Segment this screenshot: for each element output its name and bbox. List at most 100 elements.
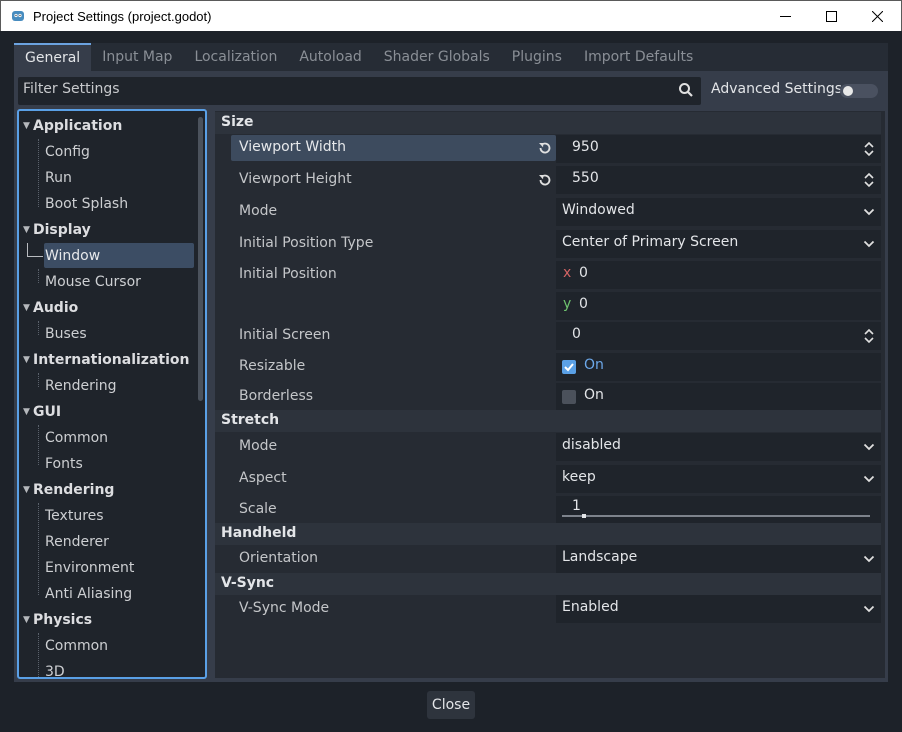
tree-item-run[interactable]: Run: [45, 167, 72, 189]
chevron-down-icon: [863, 601, 875, 621]
chevron-down-icon: [863, 236, 875, 256]
tab-autoload[interactable]: Autoload: [288, 43, 372, 71]
prop-label: Borderless: [239, 388, 314, 404]
resizable-checkbox[interactable]: On: [556, 353, 881, 381]
tree-connector: [38, 373, 39, 387]
slider-grabber[interactable]: [582, 514, 586, 518]
tree-category-display[interactable]: ▼ Display: [23, 219, 91, 241]
tree-item-boot-splash[interactable]: Boot Splash: [45, 193, 128, 215]
prop-label: Aspect: [239, 470, 287, 486]
section-size: Size: [215, 112, 881, 134]
tree-category-rendering[interactable]: ▼ Rendering: [23, 479, 114, 501]
prop-window-mode: Mode Windowed: [215, 198, 881, 226]
prop-label: Initial Position: [239, 266, 337, 282]
section-vsync: V-Sync: [215, 573, 881, 595]
window-mode-dropdown[interactable]: Windowed: [556, 198, 881, 226]
prop-initial-screen: Initial Screen 0: [215, 322, 881, 350]
prop-scale: Scale 1: [215, 496, 881, 524]
chevron-down-icon: [863, 471, 875, 491]
tree-item-physics-common[interactable]: Common: [45, 635, 108, 657]
vsync-mode-dropdown[interactable]: Enabled: [556, 595, 881, 623]
tab-plugins[interactable]: Plugins: [501, 43, 573, 71]
maximize-button[interactable]: [808, 1, 854, 31]
tab-general[interactable]: General: [14, 43, 92, 71]
prop-aspect: Aspect keep: [215, 465, 881, 493]
prop-viewport-width: Viewport Width 950: [215, 135, 881, 163]
updown-arrows-icon[interactable]: [863, 172, 875, 192]
prop-label: Resizable: [239, 358, 306, 374]
tree-item-anti-aliasing[interactable]: Anti Aliasing: [45, 583, 132, 605]
prop-label: Initial Screen: [239, 327, 331, 343]
tree-item-renderer[interactable]: Renderer: [45, 531, 109, 553]
section-stretch: Stretch: [215, 410, 881, 432]
updown-arrows-icon[interactable]: [863, 328, 875, 348]
tree-category-physics[interactable]: ▼ Physics: [23, 609, 92, 631]
slider-track[interactable]: [562, 515, 870, 517]
tree-item-mouse-cursor[interactable]: Mouse Cursor: [45, 271, 141, 293]
section-handheld: Handheld: [215, 523, 881, 545]
tree-item-i18n-rendering[interactable]: Rendering: [45, 375, 117, 397]
advanced-settings-toggle[interactable]: [840, 84, 878, 98]
orientation-dropdown[interactable]: Landscape: [556, 545, 881, 573]
close-button[interactable]: Close: [427, 691, 475, 719]
tree-item-3d[interactable]: 3D: [45, 661, 65, 677]
tab-shader-globals[interactable]: Shader Globals: [373, 43, 501, 71]
stretch-mode-dropdown[interactable]: disabled: [556, 433, 881, 461]
tree-connector: [38, 503, 39, 595]
checkbox-unchecked-icon: [562, 390, 576, 404]
prop-label: Initial Position Type: [239, 235, 374, 251]
prop-resizable: Resizable On: [215, 353, 881, 381]
initial-position-y-field[interactable]: y 0: [556, 292, 881, 320]
initial-position-type-dropdown[interactable]: Center of Primary Screen: [556, 230, 881, 258]
revert-icon[interactable]: [537, 172, 553, 192]
y-axis-label: y: [563, 296, 572, 312]
aspect-dropdown[interactable]: keep: [556, 465, 881, 493]
initial-screen-spinbox[interactable]: 0: [556, 322, 881, 350]
tree-item-config[interactable]: Config: [45, 141, 90, 163]
godot-app-icon: [10, 8, 26, 24]
window-title: Project Settings (project.godot): [33, 8, 212, 24]
close-window-button[interactable]: [854, 1, 900, 31]
prop-stretch-mode: Mode disabled: [215, 433, 881, 461]
chevron-down-icon: ▼: [23, 303, 30, 313]
settings-tab-bar: General Input Map Localization Autoload …: [14, 43, 888, 71]
checkbox-checked-icon: [562, 360, 576, 374]
tree-category-internationalization[interactable]: ▼ Internationalization: [23, 349, 189, 371]
tree-connector: [27, 256, 43, 257]
scale-slider[interactable]: 1: [556, 496, 881, 524]
tree-item-window[interactable]: Window: [45, 245, 100, 267]
filter-placeholder: Filter Settings: [23, 81, 120, 97]
tab-input-map[interactable]: Input Map: [91, 43, 183, 71]
updown-arrows-icon[interactable]: [863, 141, 875, 161]
tree-category-audio[interactable]: ▼ Audio: [23, 297, 78, 319]
tree-category-gui[interactable]: ▼ GUI: [23, 401, 61, 423]
filter-settings-input[interactable]: Filter Settings: [18, 77, 701, 105]
tab-localization[interactable]: Localization: [183, 43, 288, 71]
tree-item-textures[interactable]: Textures: [45, 505, 104, 527]
chevron-down-icon: [863, 439, 875, 459]
minimize-button[interactable]: [762, 1, 808, 31]
chevron-down-icon: [863, 204, 875, 224]
initial-position-x-field[interactable]: x 0: [556, 261, 881, 289]
revert-icon[interactable]: [537, 140, 553, 160]
tree-scrollbar[interactable]: [198, 117, 203, 401]
tree-item-gui-common[interactable]: Common: [45, 427, 108, 449]
chevron-down-icon: ▼: [23, 225, 30, 235]
x-axis-label: x: [563, 265, 572, 281]
tree-connector: [38, 425, 39, 465]
chevron-down-icon: ▼: [23, 355, 30, 365]
tree-connector: [38, 269, 39, 283]
borderless-checkbox[interactable]: On: [556, 383, 881, 411]
prop-label: Scale: [239, 501, 277, 517]
tree-item-fonts[interactable]: Fonts: [45, 453, 83, 475]
viewport-height-spinbox[interactable]: 550: [556, 166, 881, 194]
tab-import-defaults[interactable]: Import Defaults: [573, 43, 704, 71]
tree-category-application[interactable]: ▼ Application: [23, 115, 122, 137]
tree-item-buses[interactable]: Buses: [45, 323, 87, 345]
tree-item-environment[interactable]: Environment: [45, 557, 134, 579]
prop-orientation: Orientation Landscape: [215, 545, 881, 573]
prop-label: V-Sync Mode: [239, 600, 330, 616]
viewport-width-spinbox[interactable]: 950: [556, 135, 881, 163]
search-icon: [678, 82, 694, 102]
prop-label: Mode: [239, 203, 278, 219]
